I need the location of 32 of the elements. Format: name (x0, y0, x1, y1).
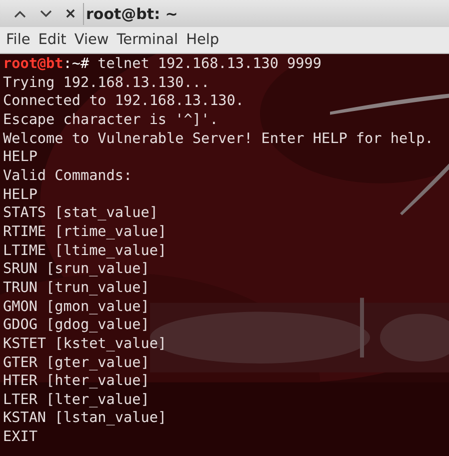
output-line: KSTET [kstet_value] (3, 336, 167, 352)
menu-item[interactable]: Edit (38, 32, 66, 48)
menu-item[interactable]: Help (186, 32, 220, 48)
output-line: HELP (3, 149, 38, 166)
output-line: STATS [stat_value] (3, 205, 158, 222)
output-line: TRUN [trun_value] (3, 280, 150, 296)
output-line: KSTAN [lstan_value] (3, 410, 167, 426)
output-line: RTIME [rtime_value] (3, 224, 167, 240)
output-line: HELP (3, 186, 38, 203)
output-line: Trying 192.168.13.130... (3, 74, 210, 91)
output-line: SRUN [srun_value] (3, 261, 150, 278)
menu-item[interactable]: Terminal (116, 32, 178, 48)
prompt-symbol: :~# (63, 56, 90, 72)
output-line: GDOG [gdog_value] (3, 317, 150, 334)
close-icon[interactable] (66, 9, 75, 18)
output-line: GMON [gmon_value] (3, 298, 150, 315)
output-line: LTER [lter_value] (3, 392, 150, 408)
window-title: root@bt: ~ (86, 4, 178, 22)
output-line: GTER [gter_value] (3, 354, 150, 370)
output-line: Escape character is '^]'. (3, 112, 218, 128)
output-line: Valid Commands: (3, 168, 132, 184)
output-line: HTER [hter_value] (3, 373, 150, 390)
chevron-up-icon[interactable] (14, 10, 26, 18)
output-line: LTIME [ltime_value] (3, 242, 167, 259)
output-line: EXIT (3, 429, 38, 446)
output-line: Connected to 192.168.13.130. (3, 93, 244, 110)
chevron-down-icon[interactable] (40, 10, 52, 18)
prompt-user: root@bt (3, 56, 64, 72)
menu-item[interactable]: View (74, 32, 109, 48)
menu-item[interactable]: File (6, 32, 30, 48)
command-text: telnet 192.168.13.130 9999 (98, 56, 322, 72)
output-line: Welcome to Vulnerable Server! Enter HELP for help. (3, 130, 434, 147)
